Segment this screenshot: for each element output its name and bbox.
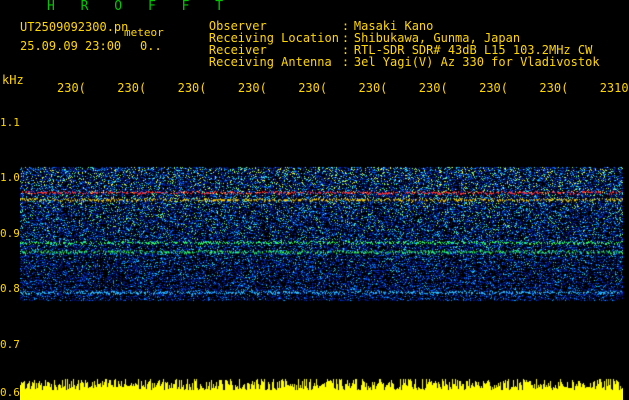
x-tick-label: 230( <box>539 81 569 95</box>
info-value: 3el Yagi(V) Az 330 for Vladivostok <box>353 55 600 69</box>
file-name: UT2509092300.pn <box>20 20 129 34</box>
x-tick-label: 230( <box>418 81 448 95</box>
spectrogram-window: H R O F F T UT2509092300.pn meteor 25.09… <box>0 0 629 400</box>
info-row-antenna: Receiving Antenna:3el Yagi(V) Az 330 for… <box>180 41 600 83</box>
info-separator: : <box>341 55 350 69</box>
y-tick-label: 1.0 <box>0 171 20 185</box>
x-tick-label: 230( <box>177 81 207 95</box>
y-tick-label: 1.1 <box>0 115 20 129</box>
x-tick-label: 230( <box>117 81 147 95</box>
y-tick-label: 0.7 <box>0 337 20 351</box>
x-tick-label: 230( <box>298 81 328 95</box>
spectrogram-canvas <box>20 95 623 400</box>
x-tick-label: 230( <box>358 81 388 95</box>
y-axis-label: kHz <box>2 73 24 87</box>
x-tick-label: 230( <box>479 81 508 95</box>
date-time: 25.09.09 23:00 <box>20 39 122 53</box>
y-tick-label: 0.9 <box>0 226 20 240</box>
x-tick-label: 2310 <box>599 81 629 95</box>
x-tick-label: 230( <box>237 81 267 95</box>
y-tick-label: 0.8 <box>0 282 20 296</box>
status-text: 0.. <box>140 39 162 53</box>
y-tick-label: 0.6 <box>0 386 20 399</box>
x-tick-label: 230( <box>57 81 86 95</box>
info-label: Receiving Antenna <box>208 55 332 69</box>
meteor-tag: meteor <box>124 26 164 39</box>
